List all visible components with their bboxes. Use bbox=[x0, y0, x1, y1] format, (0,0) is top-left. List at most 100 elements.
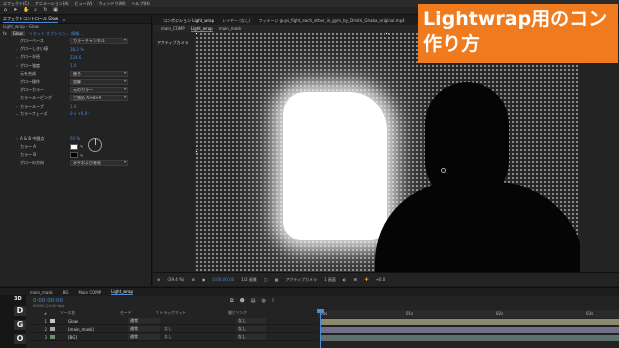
layer-name[interactable]: [main_mask] bbox=[58, 327, 128, 332]
menu-view[interactable]: ビュー(V) bbox=[75, 1, 93, 7]
effect-property-row: カラールーピング 三角形 A>B>A bbox=[0, 94, 151, 102]
transparency-grid-icon[interactable]: ▦ bbox=[275, 277, 279, 282]
menu-help[interactable]: ヘルプ(H) bbox=[132, 1, 150, 7]
property-dropdown[interactable]: 後ろ bbox=[70, 70, 128, 77]
dial-needle bbox=[94, 138, 96, 145]
crumb-main-comp[interactable]: main_COMP bbox=[161, 26, 185, 31]
crumb-light-wrap[interactable]: Light_wrap bbox=[190, 26, 213, 32]
exposure-icon[interactable]: ✚ bbox=[364, 277, 368, 283]
timeline-layer-row[interactable]: 3 [BG] 通常 なし なし bbox=[28, 334, 318, 341]
timeline-tab-main-mask[interactable]: main_mask bbox=[30, 290, 53, 295]
draft-3d-icon[interactable]: ⧉ bbox=[230, 298, 234, 304]
fx-name[interactable]: Glow bbox=[10, 31, 25, 36]
layer-label-color[interactable] bbox=[50, 335, 55, 339]
layer-parent-select[interactable]: なし bbox=[236, 318, 266, 324]
exposure-value[interactable]: +0.0 bbox=[376, 277, 386, 282]
property-dropdown[interactable]: 加算 bbox=[70, 79, 128, 86]
layer-mode-select[interactable]: 通常 bbox=[128, 318, 160, 324]
frame-blend-icon[interactable]: ▤ bbox=[251, 298, 256, 304]
layer-track-matte[interactable]: なし bbox=[164, 326, 196, 332]
timeline-layer-row[interactable]: 2 [main_mask] 通常 なし なし bbox=[28, 326, 318, 333]
color-swatch[interactable] bbox=[70, 143, 78, 150]
layer-label-color[interactable] bbox=[50, 319, 55, 323]
views-select[interactable]: 1 画面 bbox=[324, 277, 336, 283]
menu-window[interactable]: ウィンドウ(W) bbox=[98, 1, 125, 7]
layer-mode-select[interactable]: 通常 bbox=[128, 326, 160, 332]
property-twirl-icon[interactable]: › bbox=[0, 136, 20, 141]
camera-snapshot-icon[interactable]: ◉ bbox=[202, 277, 206, 282]
eyedropper-icon[interactable]: ✎ bbox=[80, 153, 83, 158]
property-value[interactable]: 50 % bbox=[70, 136, 80, 141]
grid-icon[interactable]: ⊞ bbox=[191, 277, 194, 282]
layer-parent-select[interactable]: なし bbox=[236, 334, 266, 340]
layer-name[interactable]: Glow bbox=[58, 319, 128, 324]
fx-toggle-icon[interactable]: fx bbox=[3, 31, 7, 36]
zoom-tool-icon[interactable]: ⌕ bbox=[33, 8, 38, 13]
camera-tool-icon[interactable]: ▣ bbox=[53, 8, 58, 13]
layer-name[interactable]: [BG] bbox=[58, 335, 128, 340]
time-ruler[interactable]: 00s 01s 02s 03s bbox=[318, 310, 619, 318]
rotate-tool-icon[interactable]: ↻ bbox=[43, 8, 48, 13]
current-time-indicator-head[interactable] bbox=[317, 309, 324, 313]
hand-tool-icon[interactable]: ✋ bbox=[23, 8, 29, 13]
property-dropdown[interactable]: カラーチャンネル bbox=[70, 38, 128, 45]
zoom-level[interactable]: (39.4 %) bbox=[167, 277, 184, 282]
property-dropdown[interactable]: 水平および垂直 bbox=[70, 160, 128, 167]
active-camera-label: アクティブカメラ bbox=[157, 40, 189, 45]
layer-duration-bar[interactable] bbox=[321, 334, 619, 341]
layer-mode-select[interactable]: 通常 bbox=[128, 334, 160, 340]
timeline-tab-main-comp[interactable]: Main COMP bbox=[79, 290, 102, 295]
layer-track-matte[interactable]: なし bbox=[164, 334, 196, 340]
selection-tool-icon[interactable]: ➤ bbox=[13, 8, 18, 13]
eyedropper-icon[interactable]: ✎ bbox=[80, 144, 83, 149]
layer-handle-ml[interactable] bbox=[195, 150, 198, 153]
property-value[interactable]: 0 x +0.0° bbox=[70, 111, 89, 116]
property-twirl-icon[interactable]: › bbox=[0, 104, 20, 109]
property-twirl-icon[interactable]: › bbox=[0, 47, 20, 52]
camera-select[interactable]: アクティブカメラ bbox=[285, 277, 317, 283]
timeline-tab-bg[interactable]: BG bbox=[63, 290, 69, 295]
property-value[interactable]: 1.0 bbox=[70, 63, 76, 68]
property-twirl-icon[interactable]: › bbox=[0, 63, 20, 68]
property-dropdown[interactable]: 元のカラー bbox=[70, 87, 128, 94]
region-icon[interactable]: ▢ bbox=[264, 277, 268, 282]
layer-label-color[interactable] bbox=[50, 327, 55, 331]
panel-menu-icon[interactable]: = bbox=[62, 17, 65, 22]
layer-duration-bar[interactable] bbox=[321, 326, 619, 333]
crumb-main-mask[interactable]: main_mask bbox=[219, 26, 242, 31]
anchor-point-icon[interactable] bbox=[441, 168, 446, 173]
flowchart-icon[interactable]: ⌘ bbox=[353, 277, 357, 282]
tab-footage[interactable]: フッテージ guys_fight_each_other_in_gym_by_Dm… bbox=[258, 18, 404, 24]
current-time-display[interactable]: 0:00:00:00 bbox=[212, 277, 234, 282]
tab-effect-controls[interactable]: エフェクトコントロール Glow bbox=[3, 16, 59, 23]
menu-effect[interactable]: エフェクト(C) bbox=[3, 1, 29, 7]
tab-layer[interactable]: レイヤー (なし) bbox=[222, 18, 250, 24]
layer-handle-tl[interactable] bbox=[195, 32, 198, 35]
property-dropdown[interactable]: 三角形 A>B>A bbox=[70, 95, 128, 102]
property-value[interactable]: 38.2 % bbox=[70, 47, 84, 52]
tab-composition[interactable]: コンポジション Light_wrap bbox=[163, 18, 214, 24]
motion-blur-icon[interactable]: ◍ bbox=[262, 298, 266, 304]
timeline-tab-bar: main_mask BG Main COMP Light_wrap bbox=[0, 288, 619, 296]
property-value[interactable]: 234.6 bbox=[70, 55, 81, 60]
layer-parent-select[interactable]: なし bbox=[236, 326, 266, 332]
composition-viewer[interactable] bbox=[195, 32, 580, 272]
resolution-select[interactable]: 1/2 画質 bbox=[241, 277, 257, 283]
timeline-tab-light-wrap[interactable]: Light_wrap bbox=[111, 289, 134, 295]
property-twirl-icon[interactable]: ⌄ bbox=[0, 111, 20, 116]
shy-icon[interactable]: ☻ bbox=[240, 298, 245, 304]
effect-properties: グローベースカラーチャンネル›グローしきい値38.2 %›グロー半径234.6›… bbox=[0, 37, 151, 167]
channel-icon[interactable]: ◐ bbox=[343, 277, 347, 282]
magnification-icon[interactable]: ⊕ bbox=[157, 277, 160, 282]
layer-duration-bar[interactable] bbox=[321, 318, 619, 325]
current-time-indicator[interactable] bbox=[320, 310, 321, 348]
graph-editor-icon[interactable]: ⌇ bbox=[272, 298, 274, 304]
menu-animation[interactable]: アニメーション(A) bbox=[35, 1, 69, 7]
timeline-layer-row[interactable]: 1 Glow 通常 なし bbox=[28, 318, 318, 325]
fx-links[interactable]: リセット オプション... 情報... bbox=[29, 31, 83, 37]
property-twirl-icon[interactable]: › bbox=[0, 55, 20, 60]
home-icon[interactable]: ⌂ bbox=[3, 8, 8, 13]
color-swatch[interactable] bbox=[70, 152, 78, 159]
layer-handle-tm[interactable] bbox=[385, 32, 388, 35]
property-value[interactable]: 1.0 bbox=[70, 104, 76, 109]
